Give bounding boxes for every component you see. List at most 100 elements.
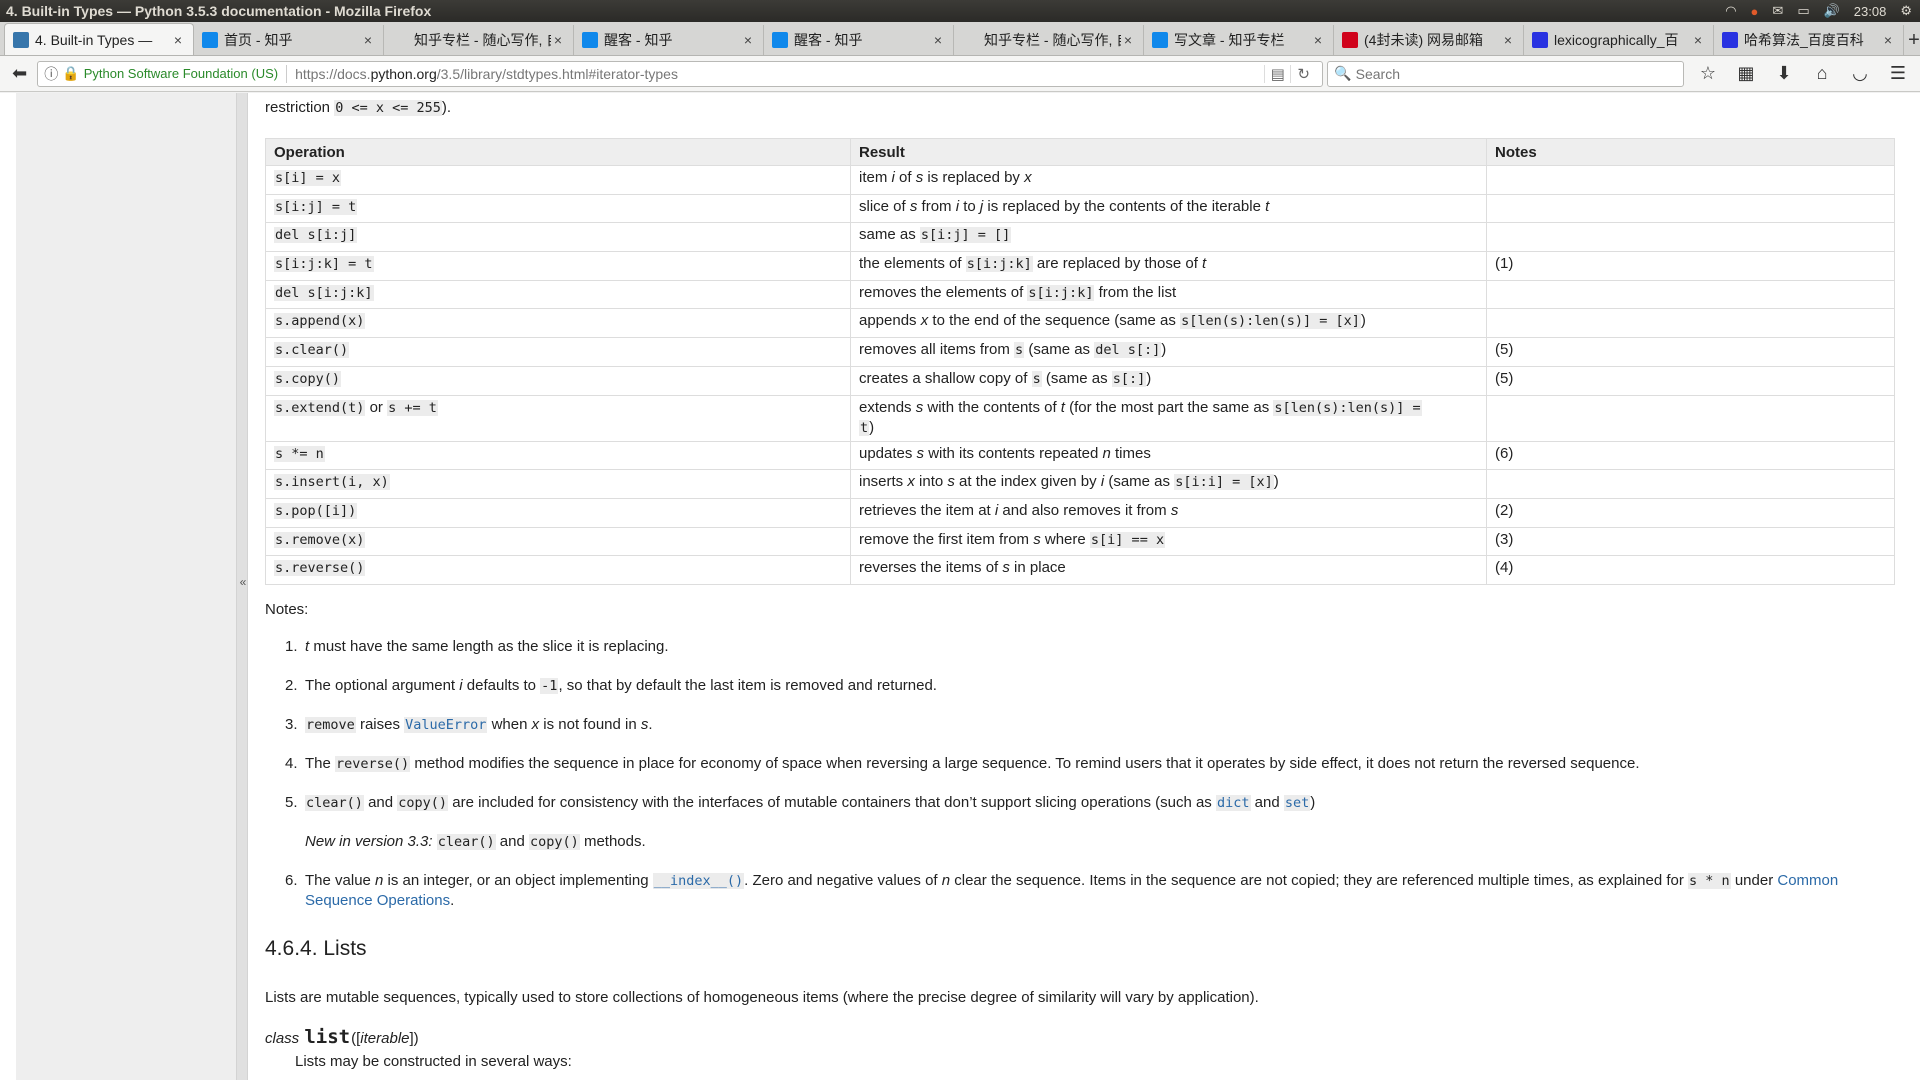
search-input[interactable] <box>1355 65 1656 82</box>
operation-cell: del s[i:j:k] <box>265 279 851 310</box>
header-result: Result <box>850 138 1487 166</box>
table-row: s.extend(t) or s += t extends s with the … <box>265 394 1895 442</box>
new-tab-button[interactable]: + <box>1908 25 1920 55</box>
tab-label: 哈希算法_百度百科 <box>1744 32 1864 48</box>
back-button[interactable]: ⬅ <box>6 60 33 88</box>
result-cell: extends s with the contents of t (for th… <box>850 394 1487 442</box>
close-tab-icon[interactable]: × <box>1501 32 1515 48</box>
close-tab-icon[interactable]: × <box>1311 32 1325 48</box>
url-text[interactable]: https://docs.python.org/3.5/library/stdt… <box>295 66 1264 82</box>
menu-icon[interactable]: ☰ <box>1882 60 1914 88</box>
browser-tab[interactable]: 知乎专栏 - 随心写作, 自 × <box>384 25 574 55</box>
operation-cell: s.clear() <box>265 337 851 367</box>
bookmarks-list-icon[interactable]: ▦ <box>1730 60 1762 88</box>
battery-icon[interactable]: ▭ <box>1797 3 1809 19</box>
note-cell: (3) <box>1486 526 1895 557</box>
browser-tab[interactable]: 哈希算法_百度百科 × <box>1714 25 1904 55</box>
download-icon[interactable]: ⬇ <box>1768 60 1800 88</box>
table-row: s.copy() creates a shallow copy of s (sam… <box>265 365 1895 396</box>
search-box[interactable]: 🔍 <box>1327 60 1684 87</box>
browser-tab[interactable]: 知乎专栏 - 随心写作, 自 × <box>954 25 1144 55</box>
class-signature: class list([iterable]) <box>265 1026 419 1048</box>
tab-label: 醒客 - 知乎 <box>794 32 863 48</box>
navigation-toolbar: ⬅ ⓘ 🔒 Python Software Foundation (US) ht… <box>0 56 1920 92</box>
gear-icon[interactable]: ⚙ <box>1900 3 1912 19</box>
note-number: 4. <box>285 755 298 772</box>
close-tab-icon[interactable]: × <box>171 32 185 48</box>
class-keyword: class <box>265 1030 300 1047</box>
close-tab-icon[interactable]: × <box>361 32 375 48</box>
reload-icon[interactable]: ↻ <box>1290 64 1316 83</box>
lock-icon[interactable]: 🔒 <box>62 65 79 82</box>
collapse-chevron-icon[interactable]: « <box>237 575 249 589</box>
note-item: 3. remove raises ValueError when x is not… <box>285 715 1895 735</box>
reader-view-icon[interactable]: ▤ <box>1264 64 1290 83</box>
close-tab-icon[interactable]: × <box>931 32 945 48</box>
note-cell <box>1486 193 1895 224</box>
operation-cell: s.reverse() <box>265 555 851 585</box>
site-identity[interactable]: Python Software Foundation (US) <box>84 66 278 81</box>
result-cell: removes the elements of s[i:j:k] from th… <box>850 279 1487 310</box>
operation-code: del s[i:j] <box>274 227 358 244</box>
bookmark-star-icon[interactable]: ☆ <box>1692 60 1724 88</box>
operation-cell: s.extend(t) or s += t <box>265 394 851 442</box>
clock[interactable]: 23:08 <box>1854 4 1887 19</box>
sidebar-collapse-handle[interactable]: « <box>236 93 248 1080</box>
close-tab-icon[interactable]: × <box>1121 32 1135 48</box>
url-bar[interactable]: ⓘ 🔒 Python Software Foundation (US) http… <box>37 60 1324 87</box>
tab-label: 4. Built-in Types — <box>35 31 153 48</box>
note-cell <box>1486 279 1895 310</box>
app-indicator-icon[interactable]: ● <box>1751 4 1759 19</box>
operation-cell: s.insert(i, x) <box>265 469 851 499</box>
note-item: 6. The value n is an integer, or an objec… <box>285 871 1895 911</box>
browser-tab[interactable]: 4. Built-in Types — × <box>4 23 194 55</box>
note-text: The reverse() method modifies the sequen… <box>305 755 1640 772</box>
result-cell: removes all items from s (same as del s[… <box>850 337 1487 367</box>
operation-code: del s[i:j:k] <box>274 284 374 301</box>
mutable-sequence-operations-table: Operation Result Notes s[i] = x item i of… <box>265 138 1895 585</box>
lists-paragraph: Lists are mutable sequences, typically u… <box>265 989 1259 1006</box>
note-text: The optional argument i defaults to -1, … <box>305 677 937 694</box>
operation-code: s.clear() <box>274 342 350 359</box>
operation-code: s *= n <box>274 445 325 462</box>
note-text: t must have the same length as the slice… <box>305 638 669 655</box>
pocket-icon[interactable]: ◡ <box>1844 60 1876 88</box>
restriction-code: 0 <= x <= 255 <box>334 100 442 116</box>
volume-icon[interactable]: 🔊 <box>1824 3 1840 19</box>
url-prefix: https://docs. <box>295 65 371 82</box>
zhihu-icon <box>582 32 598 48</box>
close-tab-icon[interactable]: × <box>1691 32 1705 48</box>
page-viewport[interactable]: « restriction 0 <= x <= 255). Operation … <box>0 93 1920 1080</box>
result-cell: creates a shallow copy of s (same as s[:… <box>850 365 1487 396</box>
operation-code: s.reverse() <box>274 560 366 577</box>
browser-tab[interactable]: 写文章 - 知乎专栏 × <box>1144 25 1334 55</box>
class-args-close: ]) <box>409 1030 419 1047</box>
operation-code: s.append(x) <box>274 313 366 330</box>
result-cell: inserts x into s at the index given by i… <box>850 469 1487 499</box>
close-tab-icon[interactable]: × <box>551 32 565 48</box>
url-host: python.org <box>370 65 437 82</box>
home-icon[interactable]: ⌂ <box>1806 60 1838 88</box>
class-args-open: ([ <box>351 1030 361 1047</box>
browser-tab[interactable]: 醒客 - 知乎 × <box>574 25 764 55</box>
browser-tab[interactable]: 醒客 - 知乎 × <box>764 25 954 55</box>
note-item: 1. t must have the same length as the sli… <box>285 637 1895 657</box>
note-item: 4. The reverse() method modifies the sequ… <box>285 754 1895 774</box>
operation-cell: s.pop([i]) <box>265 497 851 528</box>
note-number: 2. <box>285 677 298 694</box>
info-icon[interactable]: ⓘ <box>44 64 58 84</box>
wifi-icon[interactable]: ◠ <box>1725 3 1736 19</box>
netease-icon <box>1342 32 1358 48</box>
close-tab-icon[interactable]: × <box>741 32 755 48</box>
table-row: s[i] = x item i of s is replaced by x <box>265 165 1895 195</box>
browser-tab[interactable]: 首页 - 知乎 × <box>194 25 384 55</box>
operation-code: s[i] = x <box>274 170 342 186</box>
close-tab-icon[interactable]: × <box>1881 32 1895 48</box>
browser-tab[interactable]: (4封未读) 网易邮箱 × <box>1334 25 1524 55</box>
browser-tab[interactable]: lexicographically_百 × <box>1524 25 1714 55</box>
table-row: del s[i:j] same as s[i:j] = [] <box>265 222 1895 253</box>
note-cell <box>1486 165 1895 195</box>
mail-icon[interactable]: ✉ <box>1772 3 1783 19</box>
table-row: s.remove(x) remove the first item from s … <box>265 526 1895 557</box>
table-row: s.clear() removes all items from s (same … <box>265 337 1895 367</box>
